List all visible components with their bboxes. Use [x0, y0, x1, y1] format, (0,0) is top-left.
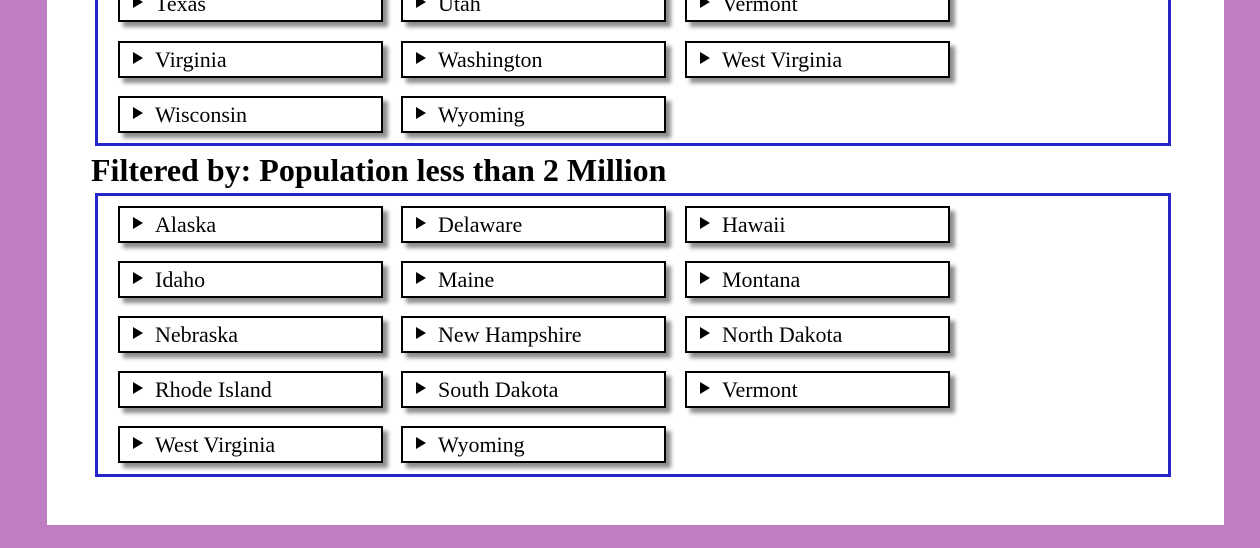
state-label: Washington	[438, 47, 543, 72]
state-item-washington[interactable]: Washington	[401, 41, 666, 78]
state-label: Vermont	[722, 0, 798, 16]
state-label: West Virginia	[722, 47, 843, 72]
state-item-new-hampshire[interactable]: New Hampshire	[401, 316, 666, 353]
state-label: West Virginia	[155, 432, 276, 457]
disclosure-triangle-icon	[700, 327, 710, 339]
state-item-virginia[interactable]: Virginia	[118, 41, 383, 78]
state-item-vermont[interactable]: Vermont	[685, 0, 950, 22]
state-label: Wyoming	[438, 102, 525, 127]
state-label: Vermont	[722, 377, 798, 402]
disclosure-triangle-icon	[133, 327, 143, 339]
state-item-wyoming-filtered[interactable]: Wyoming	[401, 426, 666, 463]
disclosure-triangle-icon	[133, 217, 143, 229]
state-item-idaho[interactable]: Idaho	[118, 261, 383, 298]
state-label: Montana	[722, 267, 801, 292]
disclosure-triangle-icon	[133, 437, 143, 449]
disclosure-triangle-icon	[700, 52, 710, 64]
state-label: Alaska	[155, 212, 217, 237]
state-item-maine[interactable]: Maine	[401, 261, 666, 298]
disclosure-triangle-icon	[133, 0, 143, 8]
disclosure-triangle-icon	[416, 272, 426, 284]
state-item-west-virginia[interactable]: West Virginia	[685, 41, 950, 78]
state-item-montana[interactable]: Montana	[685, 261, 950, 298]
disclosure-triangle-icon	[133, 107, 143, 119]
state-item-texas[interactable]: Texas	[118, 0, 383, 22]
disclosure-triangle-icon	[133, 272, 143, 284]
disclosure-triangle-icon	[133, 52, 143, 64]
state-item-wyoming[interactable]: Wyoming	[401, 96, 666, 133]
state-item-utah[interactable]: Utah	[401, 0, 666, 22]
state-item-south-dakota[interactable]: South Dakota	[401, 371, 666, 408]
state-item-delaware[interactable]: Delaware	[401, 206, 666, 243]
state-item-wisconsin[interactable]: Wisconsin	[118, 96, 383, 133]
disclosure-triangle-icon	[416, 107, 426, 119]
disclosure-triangle-icon	[700, 272, 710, 284]
state-label: South Dakota	[438, 377, 559, 402]
state-label: North Dakota	[722, 322, 843, 347]
state-label: Virginia	[155, 47, 227, 72]
state-label: New Hampshire	[438, 322, 582, 347]
disclosure-triangle-icon	[700, 0, 710, 8]
state-label: Hawaii	[722, 212, 786, 237]
page: Filtered by: Population less than 2 Mill…	[47, 0, 1224, 525]
state-label: Wisconsin	[155, 102, 247, 127]
disclosure-triangle-icon	[416, 437, 426, 449]
state-item-alaska[interactable]: Alaska	[118, 206, 383, 243]
state-item-hawaii[interactable]: Hawaii	[685, 206, 950, 243]
state-label: Rhode Island	[155, 377, 272, 402]
state-label: Maine	[438, 267, 495, 292]
state-item-rhode-island[interactable]: Rhode Island	[118, 371, 383, 408]
disclosure-triangle-icon	[416, 52, 426, 64]
disclosure-triangle-icon	[700, 217, 710, 229]
state-label: Nebraska	[155, 322, 239, 347]
disclosure-triangle-icon	[416, 382, 426, 394]
state-label: Idaho	[155, 267, 206, 292]
state-label: Wyoming	[438, 432, 525, 457]
disclosure-triangle-icon	[700, 382, 710, 394]
disclosure-triangle-icon	[133, 382, 143, 394]
state-label: Delaware	[438, 212, 523, 237]
disclosure-triangle-icon	[416, 217, 426, 229]
disclosure-triangle-icon	[416, 327, 426, 339]
state-item-north-dakota[interactable]: North Dakota	[685, 316, 950, 353]
state-item-nebraska[interactable]: Nebraska	[118, 316, 383, 353]
filter-heading: Filtered by: Population less than 2 Mill…	[91, 152, 667, 188]
state-label: Texas	[155, 0, 206, 16]
state-item-vermont-filtered[interactable]: Vermont	[685, 371, 950, 408]
state-label: Utah	[438, 0, 481, 16]
disclosure-triangle-icon	[416, 0, 426, 8]
state-item-west-virginia-filtered[interactable]: West Virginia	[118, 426, 383, 463]
